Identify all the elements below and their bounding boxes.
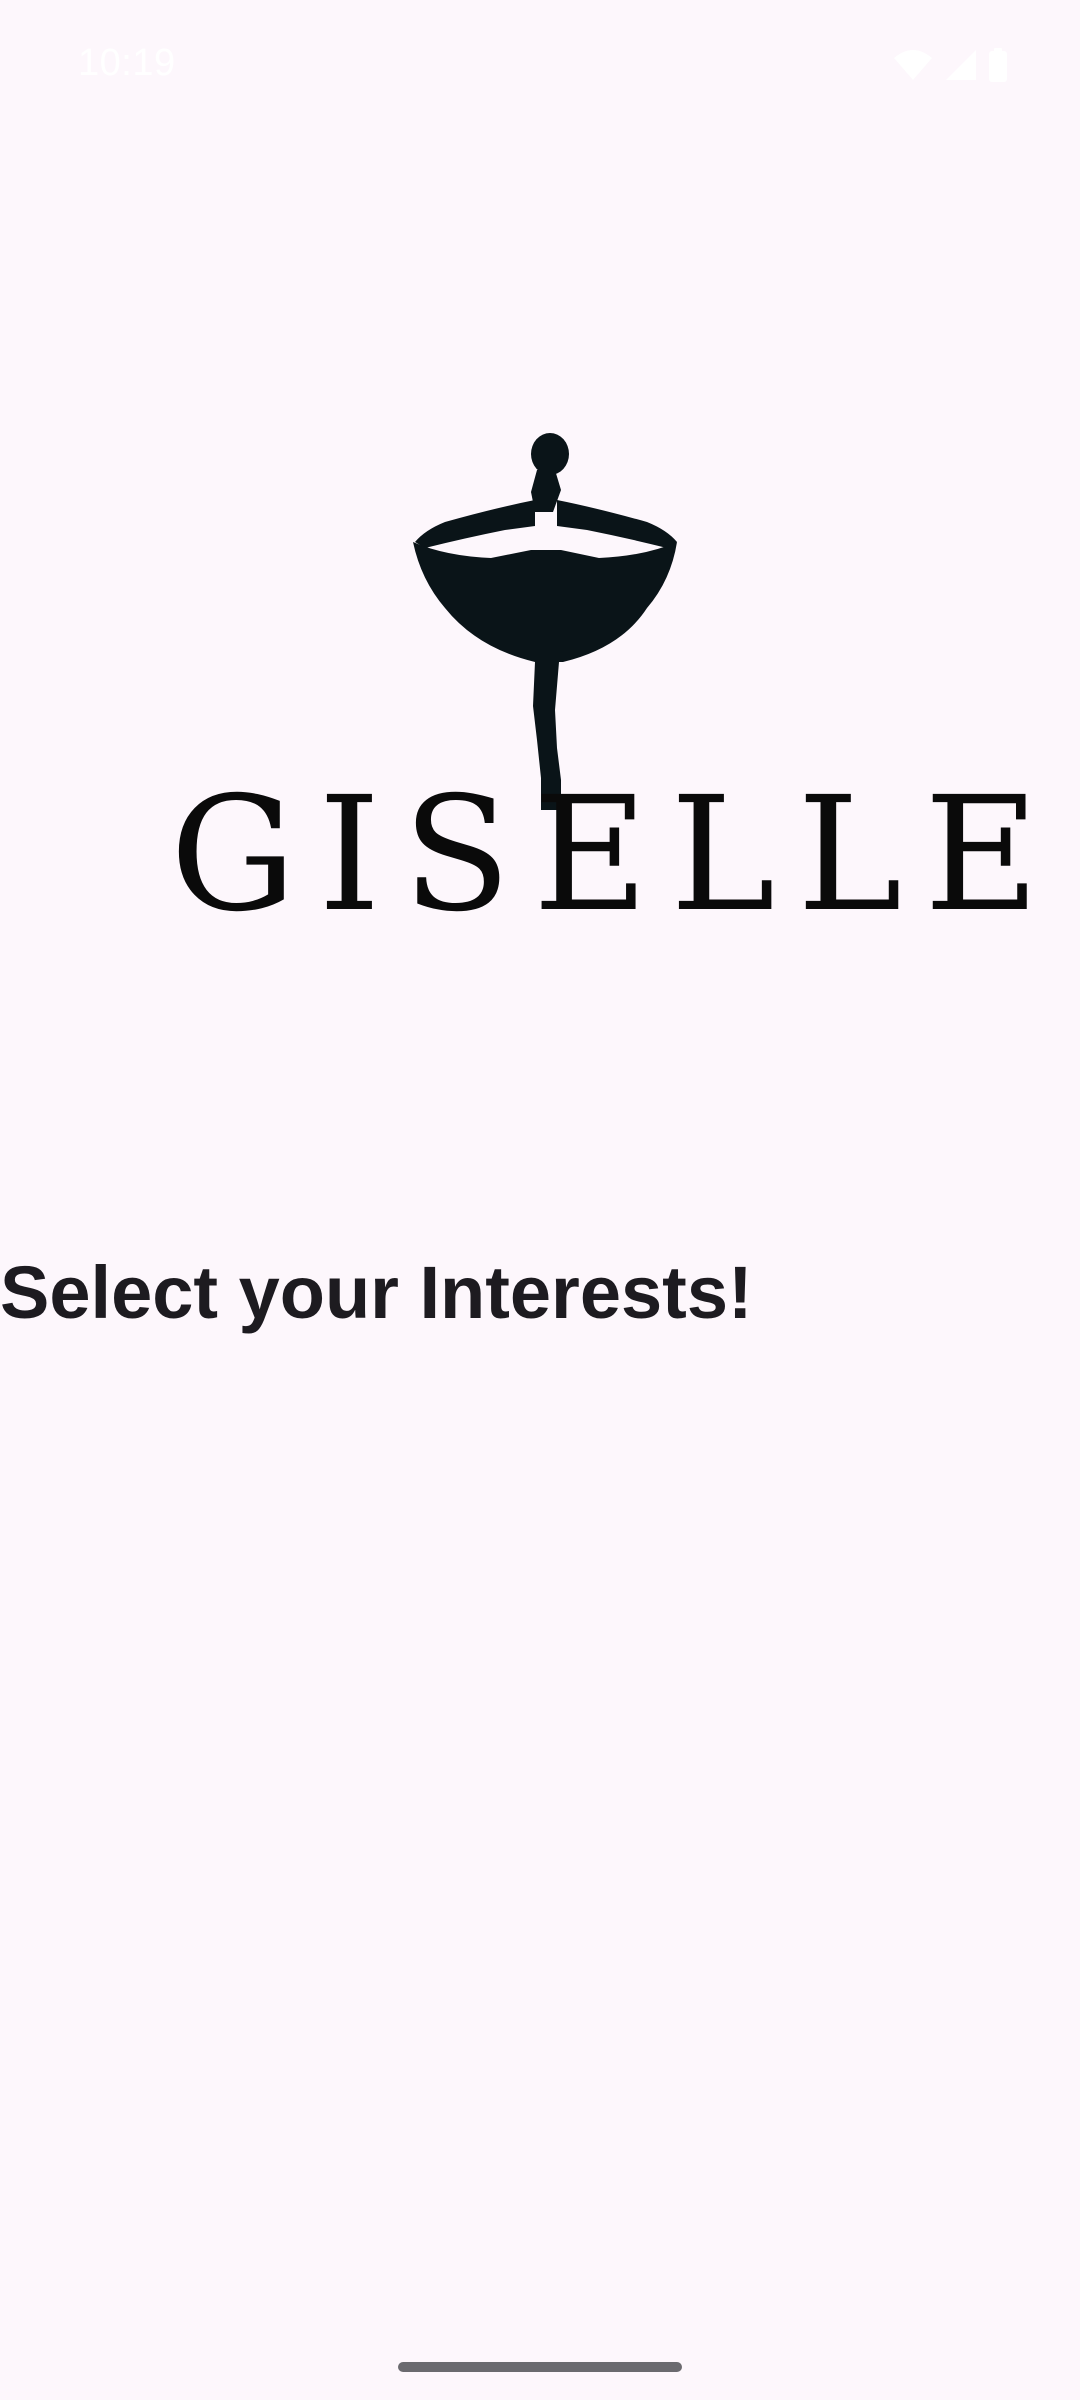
app-logo: GISELLE (170, 430, 1062, 950)
battery-icon (988, 48, 1008, 82)
status-time: 10:19 (78, 42, 176, 84)
status-bar: 10:19 (0, 0, 1080, 134)
ballerina-silhouette-icon (413, 433, 677, 810)
logo-wordmark: GISELLE (170, 763, 1062, 947)
status-icons (892, 48, 1008, 82)
wifi-icon (892, 48, 934, 82)
page-title: Select your Interests! (0, 1251, 753, 1334)
signal-icon (944, 48, 978, 82)
home-indicator[interactable] (398, 2362, 682, 2372)
